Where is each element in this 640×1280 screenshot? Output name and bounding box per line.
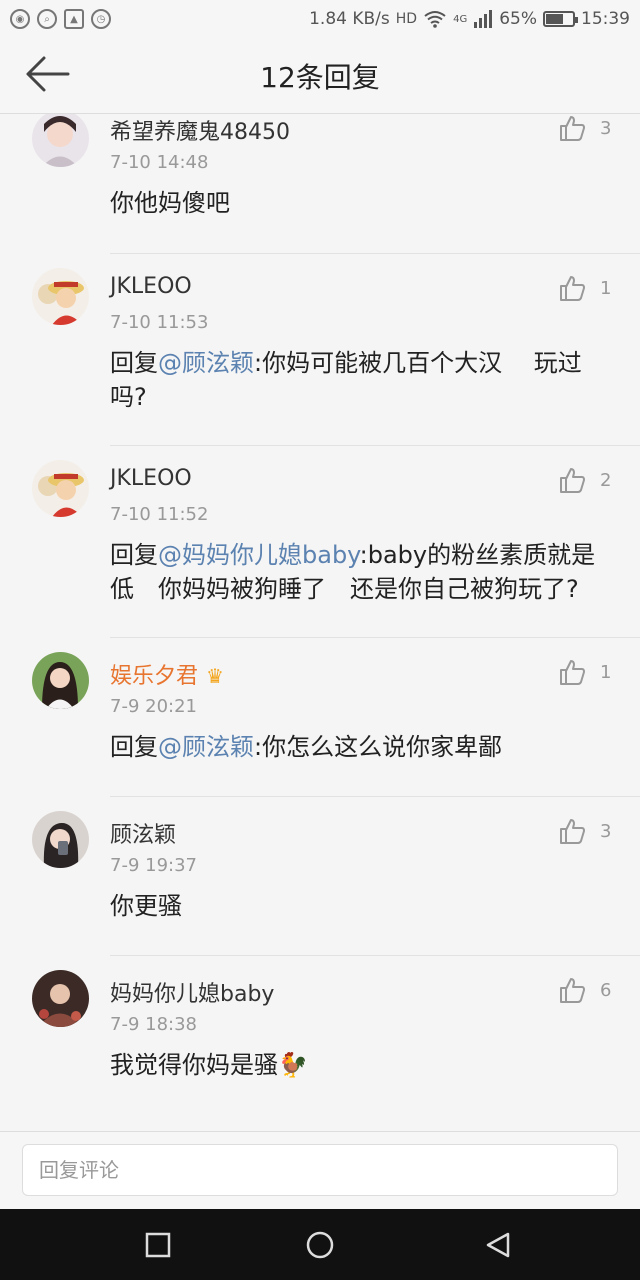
avatar[interactable] <box>32 460 89 517</box>
wifi-icon <box>424 11 446 28</box>
like-button[interactable]: 3 <box>558 817 611 845</box>
comment-text: 我觉得你妈是骚🐓 <box>110 1048 610 1082</box>
reply-prefix: 回复 <box>110 541 158 569</box>
back-button[interactable] <box>24 54 72 94</box>
square-icon <box>145 1232 171 1258</box>
recent-apps-button[interactable] <box>144 1231 172 1259</box>
comment-item: 希望养魔鬼48450 7-10 14:48 你他妈傻吧 3 <box>0 114 640 254</box>
timestamp: 7-9 20:21 <box>110 696 197 717</box>
reply-list[interactable]: 希望养魔鬼48450 7-10 14:48 你他妈傻吧 3 JKLEOO 7-1… <box>0 114 640 1130</box>
back-arrow-icon <box>26 56 70 92</box>
avatar[interactable] <box>32 114 89 167</box>
signal-type: 4G <box>453 13 468 25</box>
comment-text: 回复@顾泫颖:你怎么这么说你家卑鄙 <box>110 730 610 764</box>
like-button[interactable]: 1 <box>558 274 611 302</box>
like-button[interactable]: 6 <box>558 976 611 1004</box>
mention-link[interactable]: @顾泫颖 <box>158 349 254 377</box>
comment-text-content: 我觉得你妈是骚🐓 <box>110 1051 308 1079</box>
comment-item: 顾泫颖 7-9 19:37 你更骚 3 <box>0 797 640 956</box>
battery-icon <box>543 11 578 27</box>
username[interactable]: JKLEOO <box>110 466 192 491</box>
comment-item: 娱乐夕君 ♛ 7-9 20:21 回复@顾泫颖:你怎么这么说你家卑鄙 1 <box>0 638 640 797</box>
username[interactable]: 顾泫颖 <box>110 817 176 849</box>
like-count: 3 <box>600 117 612 139</box>
thumbs-up-icon <box>560 468 585 493</box>
system-nav-bar <box>0 1209 640 1280</box>
avatar[interactable] <box>32 970 89 1027</box>
like-button[interactable]: 1 <box>558 658 611 686</box>
net-speed: 1.84 KB/s <box>309 9 390 29</box>
timestamp: 7-9 18:38 <box>110 1014 197 1035</box>
like-count: 2 <box>600 469 612 491</box>
comment-text: 回复@妈妈你儿媳baby:baby的粉丝素质就是低 你妈妈被狗睡了 还是你自己被… <box>110 538 610 606</box>
gallery-notification-icon: ▲ <box>64 9 84 29</box>
comment-item: JKLEOO 7-10 11:52 回复@妈妈你儿媳baby:baby的粉丝素质… <box>0 446 640 638</box>
reply-prefix: 回复 <box>110 733 158 761</box>
clock-time: 15:39 <box>581 9 630 29</box>
status-right: 1.84 KB/s HD 4G 65% 15:39 <box>309 9 630 29</box>
thumbs-up-icon <box>560 978 585 1003</box>
status-bar: ◉ ⌕ ▲ ◷ 1.84 KB/s HD 4G 65% 15:39 <box>0 0 640 38</box>
timestamp: 7-9 19:37 <box>110 855 197 876</box>
page-title: 12条回复 <box>260 60 380 94</box>
circle-icon <box>306 1231 334 1259</box>
network-type: HD <box>395 11 418 27</box>
reply-prefix: 回复 <box>110 349 158 377</box>
like-count: 1 <box>600 661 612 683</box>
comment-item: 妈妈你儿媳baby 7-9 18:38 我觉得你妈是骚🐓 6 <box>0 956 640 1126</box>
signal-strength-icon <box>474 10 493 28</box>
home-button[interactable] <box>306 1231 334 1259</box>
comment-text-content: :你怎么这么说你家卑鄙 <box>254 733 503 761</box>
battery-percent: 65% <box>499 9 537 29</box>
back-nav-button[interactable] <box>484 1231 512 1259</box>
battery-fill <box>546 14 563 24</box>
like-button[interactable]: 2 <box>558 466 611 494</box>
thumbs-up-icon <box>560 116 585 141</box>
top-app-bar: 12条回复 <box>0 38 640 114</box>
like-button[interactable]: 3 <box>558 114 611 142</box>
thumbs-up-icon <box>560 819 585 844</box>
username[interactable]: 希望养魔鬼48450 <box>110 114 290 146</box>
search-notification-icon: ⌕ <box>37 9 57 29</box>
weibo-notification-icon: ◉ <box>10 9 30 29</box>
username[interactable]: 娱乐夕君 ♛ <box>110 658 224 690</box>
username[interactable]: JKLEOO <box>110 274 192 299</box>
thumbs-up-icon <box>560 660 585 685</box>
comment-text: 你他妈傻吧 <box>110 186 610 220</box>
avatar[interactable] <box>32 652 89 709</box>
status-notification-icons: ◉ ⌕ ▲ ◷ <box>10 9 111 29</box>
comment-item: JKLEOO 7-10 11:53 回复@顾泫颖:你妈可能被几百个大汉 玩过吗?… <box>0 254 640 446</box>
like-count: 3 <box>600 820 612 842</box>
like-count: 1 <box>600 277 612 299</box>
like-count: 6 <box>600 979 612 1001</box>
comment-text-content: 你更骚 <box>110 892 182 920</box>
mention-link[interactable]: @顾泫颖 <box>158 733 254 761</box>
timestamp: 7-10 11:53 <box>110 312 209 333</box>
username-text: 娱乐夕君 <box>110 664 199 689</box>
reply-input[interactable] <box>22 1144 618 1196</box>
triangle-back-icon <box>486 1232 510 1258</box>
avatar[interactable] <box>32 811 89 868</box>
crown-badge-icon: ♛ <box>206 664 224 688</box>
comment-text: 你更骚 <box>110 889 610 923</box>
timestamp: 7-10 14:48 <box>110 152 209 173</box>
thumbs-up-icon <box>560 276 585 301</box>
clock-notification-icon: ◷ <box>91 9 111 29</box>
avatar[interactable] <box>32 268 89 325</box>
comment-text: 回复@顾泫颖:你妈可能被几百个大汉 玩过吗? <box>110 346 610 414</box>
comment-text-content: 你他妈傻吧 <box>110 189 230 217</box>
mention-link[interactable]: @妈妈你儿媳baby <box>158 541 360 569</box>
reply-input-bar <box>0 1131 640 1209</box>
username[interactable]: 妈妈你儿媳baby <box>110 976 274 1008</box>
timestamp: 7-10 11:52 <box>110 504 209 525</box>
